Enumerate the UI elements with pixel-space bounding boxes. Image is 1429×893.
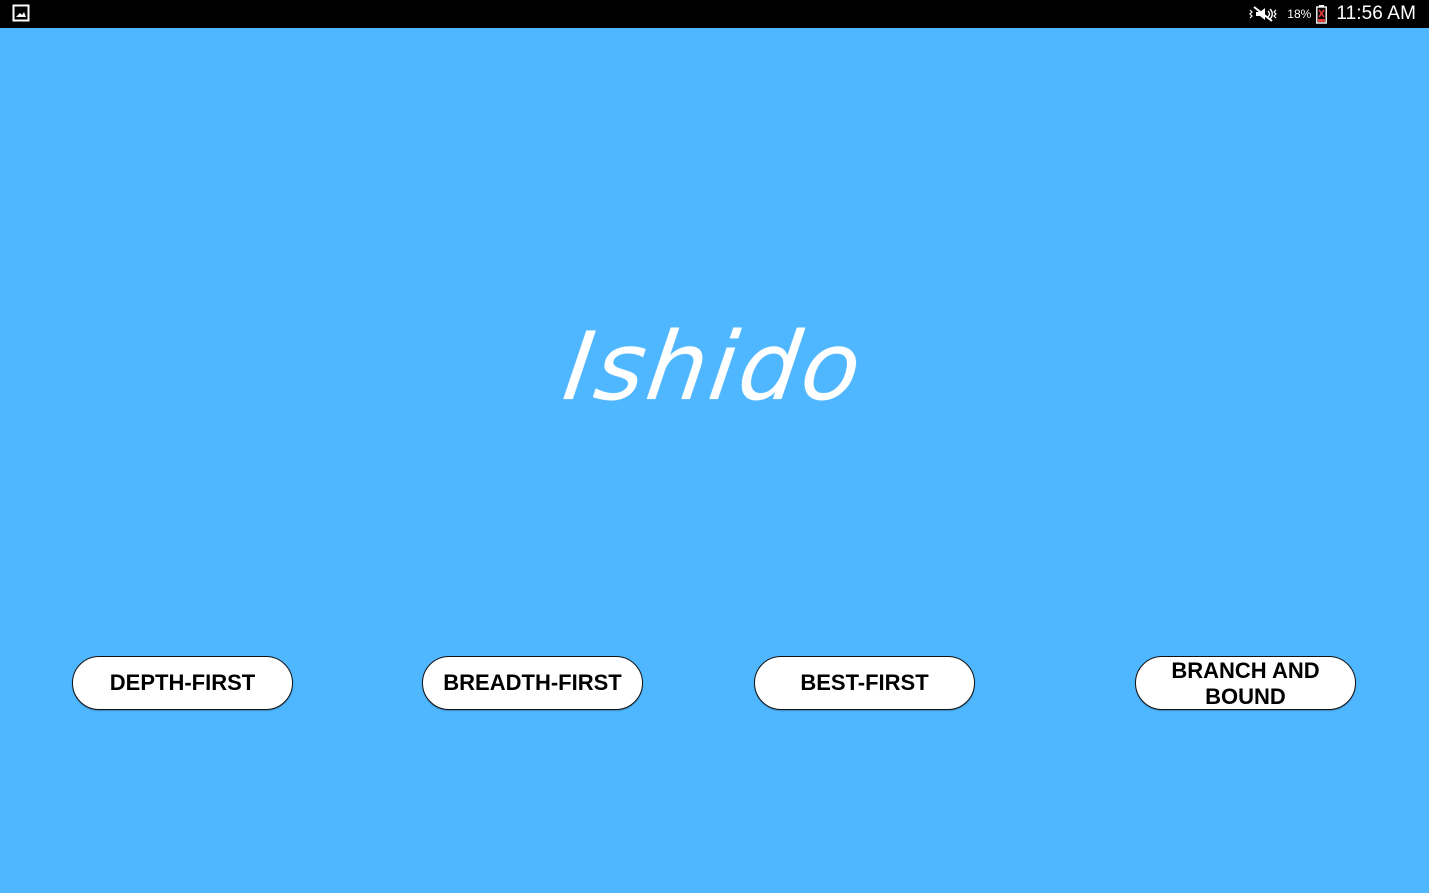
branch-and-bound-button[interactable]: BRANCH AND BOUND [1135,656,1356,710]
vibrate-mute-icon [1249,6,1278,22]
status-indicators: 18% 11:56 AM [1249,0,1416,28]
battery-percent: 18% [1287,7,1312,21]
breadth-first-button[interactable]: BREADTH-FIRST [422,656,643,710]
battery-icon [1316,4,1328,24]
gallery-icon [12,4,30,22]
best-first-label: BEST-FIRST [800,670,929,695]
branch-and-bound-label: BRANCH AND BOUND [1171,657,1320,709]
clock: 11:56 AM [1336,3,1416,24]
best-first-button[interactable]: BEST-FIRST [754,656,975,710]
depth-first-label: DEPTH-FIRST [109,670,256,695]
app-title: Ishido [557,313,871,422]
breadth-first-label: BREADTH-FIRST [443,670,622,695]
depth-first-button[interactable]: DEPTH-FIRST [72,656,293,710]
status-bar: 18% 11:56 AM [0,0,1429,28]
ishido-start-screen: Ishido DEPTH-FIRST BREADTH-FIRST BEST-FI… [0,28,1429,893]
